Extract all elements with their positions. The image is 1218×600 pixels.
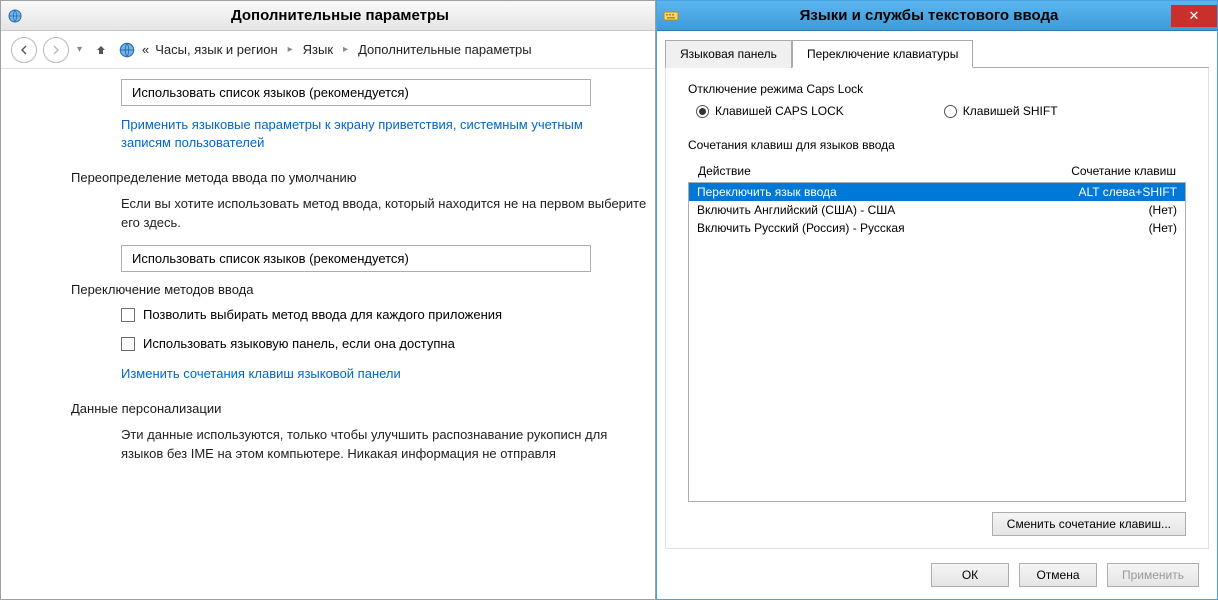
dlg-title: Языки и службы текстового ввода <box>687 7 1171 24</box>
breadcrumb-root[interactable]: « <box>142 42 149 57</box>
hotkey-listbox[interactable]: Переключить язык ввода ALT слева+SHIFT В… <box>688 182 1186 502</box>
close-button[interactable]: ✕ <box>1171 5 1217 27</box>
override-description: Если вы хотите использовать метод ввода,… <box>121 195 651 233</box>
cp-navbar: ▾ « Часы, язык и регион ▸ Язык ▸ Дополни… <box>1 31 655 69</box>
cp-body: Использовать список языков (рекомендуетс… <box>1 69 655 599</box>
change-hotkeys-link[interactable]: Изменить сочетания клавиш языковой панел… <box>121 365 591 383</box>
dlg-footer: ОК Отмена Применить <box>665 549 1209 591</box>
section-override-heading: Переопределение метода ввода по умолчани… <box>71 170 655 185</box>
use-lang-bar-checkbox[interactable] <box>121 337 135 351</box>
list-hotkey: ALT слева+SHIFT <box>1079 185 1178 199</box>
col-hotkey-header: Сочетание клавиш <box>1071 164 1176 178</box>
tab-strip: Языковая панель Переключение клавиатуры <box>665 39 1209 68</box>
back-button[interactable] <box>11 37 37 63</box>
list-item[interactable]: Включить Русский (Россия) - Русская (Нет… <box>689 219 1185 237</box>
chevron-right-icon: ▸ <box>339 44 352 55</box>
section-switching-heading: Переключение методов ввода <box>71 282 655 297</box>
cp-title: Дополнительные параметры <box>31 7 649 24</box>
radio-caps-lock[interactable]: Клавишей CAPS LOCK <box>696 104 844 118</box>
cancel-button[interactable]: Отмена <box>1019 563 1097 587</box>
dropdown-history-icon[interactable]: ▾ <box>75 44 84 55</box>
dlg-body: Языковая панель Переключение клавиатуры … <box>657 31 1217 599</box>
tab-content: Отключение режима Caps Lock Клавишей CAP… <box>665 68 1209 549</box>
personal-description: Эти данные используются, только чтобы ул… <box>121 426 651 464</box>
list-action: Включить Русский (Россия) - Русская <box>697 221 1149 235</box>
dropdown-value: Использовать список языков (рекомендуетс… <box>132 251 409 266</box>
up-button[interactable] <box>90 39 112 61</box>
breadcrumb-item[interactable]: Часы, язык и регион <box>155 42 277 57</box>
list-hotkey: (Нет) <box>1149 221 1177 235</box>
use-lang-bar-label: Использовать языковую панель, если она д… <box>143 336 455 351</box>
control-panel-icon <box>118 41 136 59</box>
close-icon: ✕ <box>1189 8 1200 24</box>
list-item[interactable]: Переключить язык ввода ALT слева+SHIFT <box>689 183 1185 201</box>
hotkeys-group-label: Сочетания клавиш для языков ввода <box>688 138 1186 152</box>
breadcrumb-item[interactable]: Дополнительные параметры <box>358 42 532 57</box>
tab-language-panel[interactable]: Языковая панель <box>665 40 792 68</box>
text-services-dialog: Языки и службы текстового ввода ✕ Языков… <box>656 0 1218 600</box>
radio-shift[interactable]: Клавишей SHIFT <box>944 104 1058 118</box>
per-app-input-label: Позволить выбирать метод ввода для каждо… <box>143 307 502 322</box>
display-language-dropdown[interactable]: Использовать список языков (рекомендуетс… <box>121 79 591 106</box>
cp-titlebar: Дополнительные параметры <box>1 1 655 31</box>
input-method-dropdown[interactable]: Использовать список языков (рекомендуетс… <box>121 245 591 272</box>
radio-icon <box>696 105 709 118</box>
ok-button[interactable]: ОК <box>931 563 1009 587</box>
breadcrumb-item[interactable]: Язык <box>303 42 333 57</box>
dlg-titlebar: Языки и службы текстового ввода ✕ <box>657 1 1217 31</box>
radio-shift-label: Клавишей SHIFT <box>963 104 1058 118</box>
dropdown-value: Использовать список языков (рекомендуетс… <box>132 85 409 100</box>
radio-icon <box>944 105 957 118</box>
list-header: Действие Сочетание клавиш <box>688 160 1186 182</box>
tab-keyboard-switch[interactable]: Переключение клавиатуры <box>792 40 973 68</box>
list-hotkey: (Нет) <box>1149 203 1177 217</box>
forward-button[interactable] <box>43 37 69 63</box>
keyboard-icon <box>663 9 679 23</box>
caps-lock-group-label: Отключение режима Caps Lock <box>688 82 1186 96</box>
chevron-right-icon: ▸ <box>284 44 297 55</box>
per-app-input-checkbox[interactable] <box>121 308 135 322</box>
control-panel-window: Дополнительные параметры ▾ « Часы, язык … <box>0 0 656 600</box>
list-action: Переключить язык ввода <box>697 185 1079 199</box>
section-personal-heading: Данные персонализации <box>71 401 655 416</box>
region-language-icon <box>7 8 23 24</box>
radio-caps-label: Клавишей CAPS LOCK <box>715 104 844 118</box>
list-action: Включить Английский (США) - США <box>697 203 1149 217</box>
change-hotkey-button[interactable]: Сменить сочетание клавиш... <box>992 512 1186 536</box>
apply-welcome-link[interactable]: Применить языковые параметры к экрану пр… <box>121 116 591 152</box>
apply-button[interactable]: Применить <box>1107 563 1199 587</box>
list-item[interactable]: Включить Английский (США) - США (Нет) <box>689 201 1185 219</box>
col-action-header: Действие <box>698 164 1071 178</box>
